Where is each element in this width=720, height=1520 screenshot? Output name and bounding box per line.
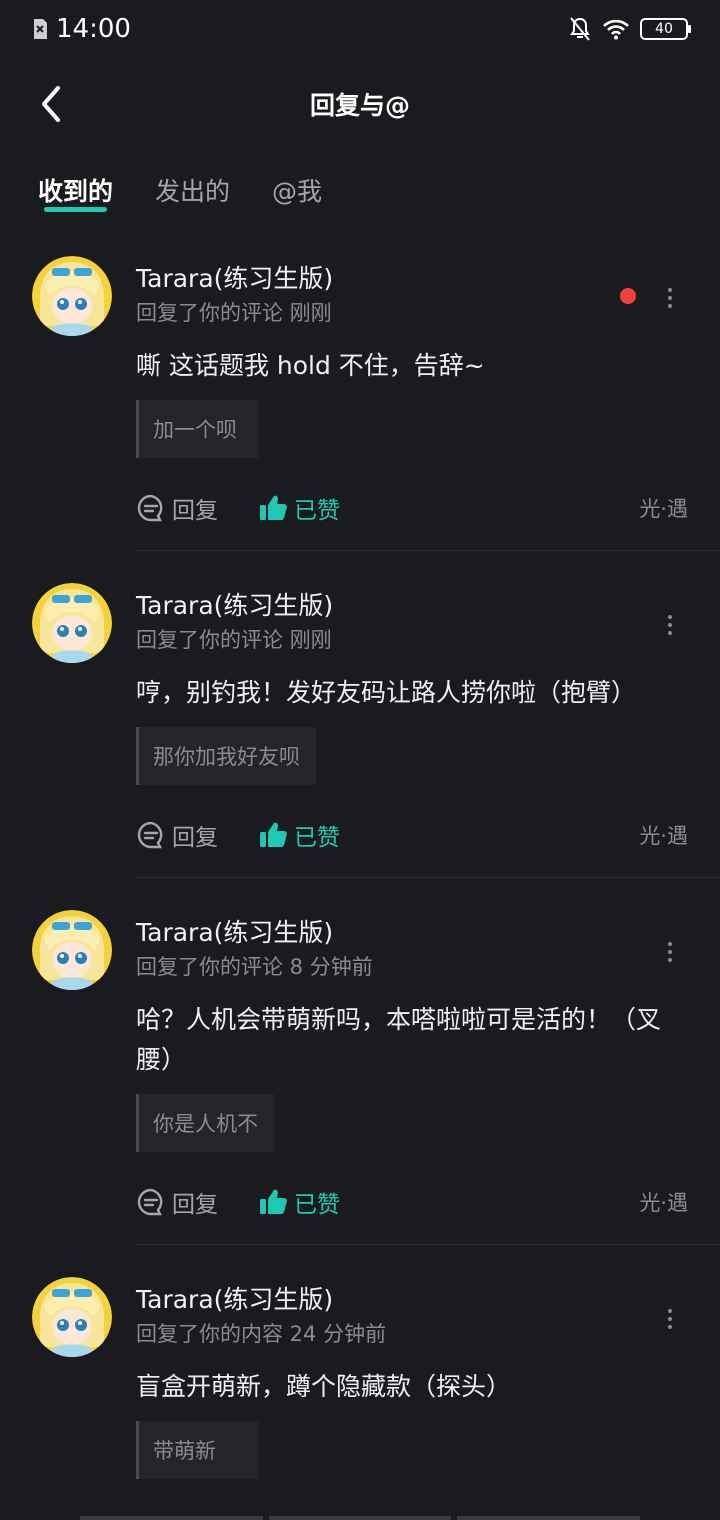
reply-meta: 回复了你的评论 刚刚	[136, 628, 332, 652]
reply-label: 回复	[172, 825, 218, 851]
source-tag[interactable]: 光·遇	[639, 1187, 688, 1217]
reply-meta: 回复了你的评论 刚刚	[136, 301, 332, 325]
action-row: 回复 已赞 光·遇	[136, 813, 688, 857]
quoted-comment[interactable]: 带萌新	[136, 1421, 259, 1479]
reply-label: 回复	[172, 1192, 218, 1218]
comment-icon	[137, 821, 163, 849]
action-row: 回复 已赞 光·遇	[136, 486, 688, 530]
battery-level: 40	[655, 21, 673, 37]
tab-bar: 收到的 发出的 @我	[38, 172, 322, 216]
tab-sent[interactable]: 发出的	[155, 172, 230, 216]
battery-indicator: 40	[640, 18, 691, 40]
like-button[interactable]: 已赞	[258, 818, 340, 852]
list-item[interactable]: Tarara(练习生版) 回复了你的内容 24 分钟前 盲盒开萌新，蹲个隐藏款（…	[0, 1245, 720, 1479]
user-name[interactable]: Tarara(练习生版)	[136, 916, 688, 950]
nav-bar: 回复与@	[0, 62, 720, 146]
list-item[interactable]: Tarara(练习生版) 回复了你的评论 8 分钟前 哈？人机会带萌新吗，本嗒啦…	[0, 878, 720, 1245]
page-title: 回复与@	[309, 91, 410, 120]
reply-text[interactable]: 哈？人机会带萌新吗，本嗒啦啦可是活的！（叉腰）	[136, 1000, 688, 1080]
clock: 14:00	[56, 14, 131, 44]
reply-meta: 回复了你的评论 8 分钟前	[136, 955, 373, 979]
action-row: 回复 已赞 光·遇	[136, 1180, 688, 1224]
bottom-bar-segment	[457, 1516, 641, 1520]
reply-label: 回复	[172, 498, 218, 524]
more-icon[interactable]	[660, 1307, 680, 1331]
liked-label: 已赞	[294, 1192, 340, 1218]
unread-dot	[620, 288, 636, 304]
bottom-bar	[80, 1516, 641, 1520]
avatar[interactable]	[32, 256, 112, 336]
message-list: Tarara(练习生版) 回复了你的评论 刚刚 嘶 这话题我 hold 不住，告…	[0, 244, 720, 1479]
quoted-comment[interactable]: 那你加我好友呗	[136, 727, 316, 785]
thumbs-up-icon	[260, 1189, 287, 1214]
more-icon[interactable]	[660, 286, 680, 310]
reply-text[interactable]: 哼，别钓我！发好友码让路人捞你啦（抱臂）	[136, 673, 688, 713]
tab-mentions[interactable]: @我	[272, 172, 322, 216]
quoted-comment[interactable]: 你是人机不	[136, 1094, 274, 1152]
like-button[interactable]: 已赞	[258, 1185, 340, 1219]
liked-label: 已赞	[294, 498, 340, 524]
bottom-bar-segment	[80, 1516, 263, 1520]
status-bar: 14:00 40	[0, 0, 720, 58]
like-button[interactable]: 已赞	[258, 491, 340, 525]
avatar[interactable]	[32, 910, 112, 990]
reply-text[interactable]: 嘶 这话题我 hold 不住，告辞~	[136, 346, 688, 386]
comment-icon	[137, 1188, 163, 1216]
reply-button[interactable]: 回复	[136, 818, 218, 852]
avatar[interactable]	[32, 583, 112, 663]
avatar[interactable]	[32, 1277, 112, 1357]
no-sim-icon	[34, 19, 47, 39]
thumbs-up-icon	[260, 822, 287, 847]
list-item[interactable]: Tarara(练习生版) 回复了你的评论 刚刚 嘶 这话题我 hold 不住，告…	[0, 244, 720, 551]
wifi-icon	[603, 19, 629, 40]
user-name[interactable]: Tarara(练习生版)	[136, 262, 688, 296]
bottom-bar-segment	[268, 1516, 452, 1520]
reply-meta: 回复了你的内容 24 分钟前	[136, 1322, 387, 1346]
mute-bell-icon	[570, 17, 590, 41]
reply-text[interactable]: 盲盒开萌新，蹲个隐藏款（探头）	[136, 1367, 688, 1407]
thumbs-up-icon	[260, 495, 287, 520]
tab-received[interactable]: 收到的	[38, 172, 113, 216]
source-tag[interactable]: 光·遇	[639, 493, 688, 523]
source-tag[interactable]: 光·遇	[639, 820, 688, 850]
liked-label: 已赞	[294, 825, 340, 851]
list-item[interactable]: Tarara(练习生版) 回复了你的评论 刚刚 哼，别钓我！发好友码让路人捞你啦…	[0, 551, 720, 878]
reply-button[interactable]: 回复	[136, 491, 218, 525]
quoted-comment[interactable]: 加一个呗	[136, 400, 259, 458]
more-icon[interactable]	[660, 940, 680, 964]
more-icon[interactable]	[660, 613, 680, 637]
user-name[interactable]: Tarara(练习生版)	[136, 1283, 688, 1317]
user-name[interactable]: Tarara(练习生版)	[136, 589, 688, 623]
comment-icon	[137, 494, 163, 522]
reply-button[interactable]: 回复	[136, 1185, 218, 1219]
